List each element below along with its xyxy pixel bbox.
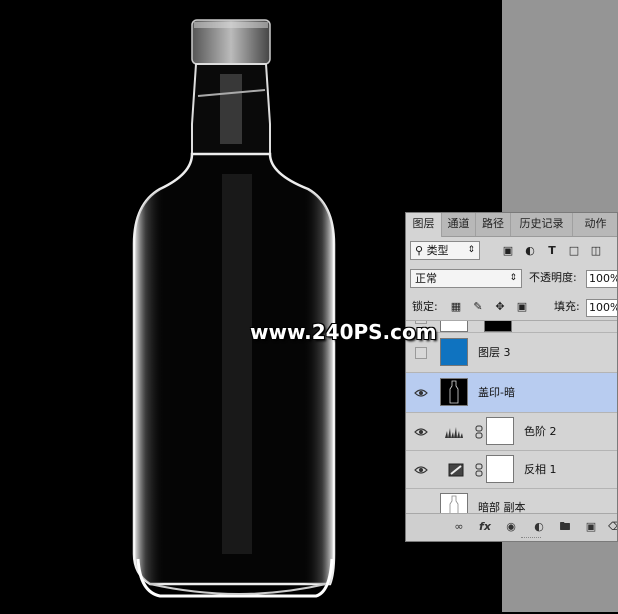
tab-actions[interactable]: 动作 [573,213,617,236]
adjustment-icon[interactable]: ◐ [532,520,546,534]
layer-mask-thumbnail [484,321,512,332]
adjustment-filter-icon[interactable]: ◐ [522,243,538,259]
lock-transparent-icon[interactable]: ▦ [448,299,464,315]
layer-row[interactable]: 反相 1 [406,451,617,489]
search-icon: ⚲ [415,244,424,257]
filter-row: ⚲ 类型 ⇕ ▣ ◐ T □ ◫ [406,240,617,262]
fill-label: 填充: [554,300,580,313]
invert-icon [448,463,464,477]
bottle-thumbnail-icon [449,495,459,514]
levels-icon [445,427,463,438]
updown-arrow-icon: ⇕ [509,273,517,283]
tab-history[interactable]: 历史记录 [511,213,573,236]
layer-row[interactable] [406,321,617,333]
smart-object-filter-icon[interactable]: ◫ [588,243,604,259]
layer-row[interactable]: 色阶 2 [406,413,617,451]
shape-filter-icon[interactable]: □ [566,243,582,259]
layer-thumbnail [440,493,468,514]
layer-thumbnail [440,338,468,366]
opacity-input[interactable]: 100% [586,270,617,288]
opacity-label: 不透明度: [529,271,577,284]
visibility-toggle[interactable] [415,347,427,359]
layer-mask-thumbnail [486,455,514,483]
updown-arrow-icon: ⇕ [467,245,475,255]
trash-icon[interactable]: ⌫ [608,520,617,534]
lock-paint-brush-icon[interactable]: ✎ [470,299,486,315]
watermark-text: www.240PS.com [250,320,437,344]
panel-tabs: 图层 通道 路径 历史记录 动作 [406,213,617,237]
fx-icon[interactable]: fx [478,520,492,534]
link-icon[interactable]: ∞ [452,520,466,534]
blend-mode-select[interactable]: 正常 ⇕ [410,269,522,288]
layer-thumbnail [440,378,468,406]
layer-name[interactable]: 反相 1 [524,463,557,477]
eye-icon[interactable] [414,427,428,437]
eye-icon[interactable] [414,465,428,475]
layer-row[interactable]: 图层 3 [406,333,617,373]
layer-row[interactable]: 暗部 副本 [406,489,617,514]
image-filter-icon[interactable]: ▣ [500,243,516,259]
filter-type-select[interactable]: ⚲ 类型 ⇕ [410,241,480,260]
bottle-thumbnail-icon [449,380,459,404]
layer-row-selected[interactable]: 盖印-暗 [406,373,617,413]
layers-panel[interactable]: 图层 通道 路径 历史记录 动作 ⚲ 类型 ⇕ ▣ ◐ T □ ◫ 正常 ⇕ 不… [405,212,618,542]
panel-bottom-toolbar: ∞ fx ◉ ◐ 🖿 ▣ ⌫ [406,513,617,541]
eye-icon[interactable] [414,388,428,398]
layer-thumbnail [440,321,468,332]
layer-name[interactable]: 色阶 2 [524,425,557,439]
lock-all-icon[interactable]: ▣ [514,299,530,315]
tab-layers[interactable]: 图层 [406,213,442,237]
lock-move-icon[interactable]: ✥ [492,299,508,315]
lock-label: 锁定: [412,300,438,313]
chain-link-icon[interactable] [475,425,483,439]
bottle-image [132,19,336,598]
new-layer-icon[interactable]: ▣ [584,520,598,534]
fill-input[interactable]: 100% [586,299,617,317]
tab-channels[interactable]: 通道 [442,213,476,236]
lock-row: 锁定: ▦ ✎ ✥ ▣ 填充: 100% [406,296,617,318]
blend-row: 正常 ⇕ 不透明度: 100% [406,268,617,290]
folder-icon[interactable]: 🖿 [558,520,572,534]
layers-list: 图层 3 盖印-暗 色阶 2 反相 1 暗部 副本 [406,320,617,514]
tab-paths[interactable]: 路径 [476,213,511,236]
resize-grip[interactable] [521,537,541,541]
chain-link-icon[interactable] [475,463,483,477]
layer-name[interactable]: 盖印-暗 [478,386,515,400]
mask-icon[interactable]: ◉ [504,520,518,534]
layer-name[interactable]: 图层 3 [478,346,511,360]
type-filter-icon[interactable]: T [544,243,560,259]
layer-mask-thumbnail [486,417,514,445]
